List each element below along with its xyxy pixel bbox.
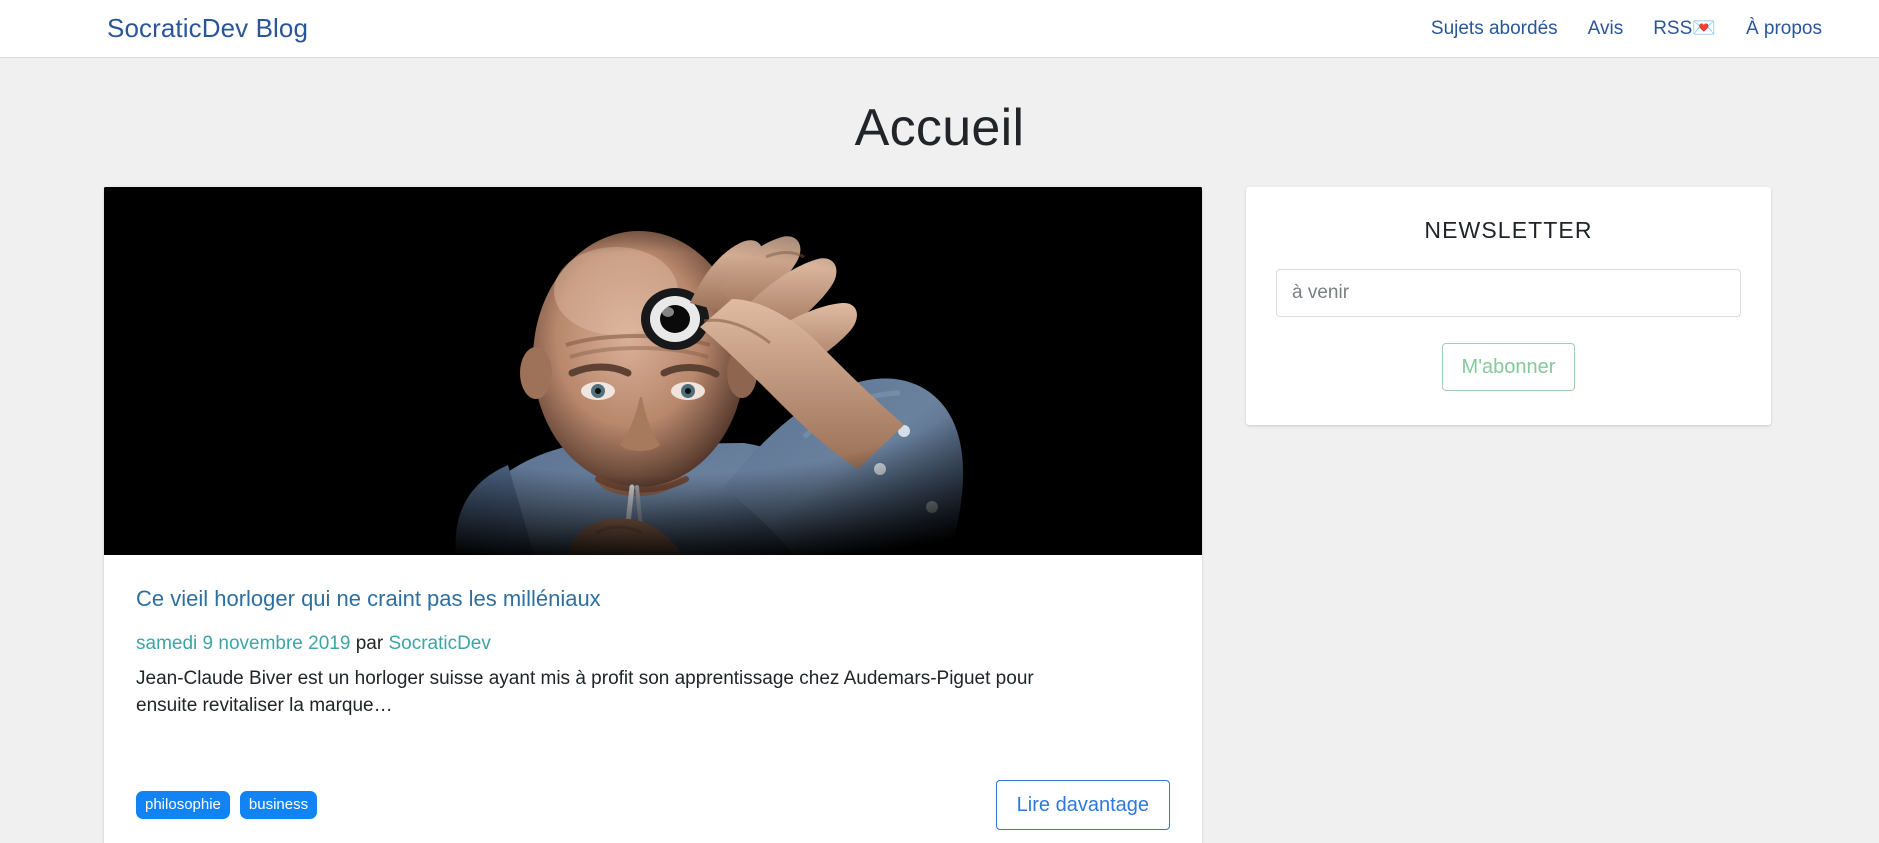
nav-list: Sujets abordés Avis RSS 💌 À propos [1431,19,1822,39]
site-header: SocraticDev Blog Sujets abordés Avis RSS… [0,0,1879,58]
nav-link-topics-label: Sujets abordés [1430,17,1558,39]
nav-link-topics[interactable]: Sujets abordés [1431,19,1558,38]
tag-philosophie[interactable]: philosophie [136,791,230,820]
love-letter-emoji-icon: 💌 [1692,17,1716,39]
main-container: Ce vieil horloger qui ne craint pas les … [0,187,1879,843]
tag-business[interactable]: business [239,791,318,820]
watchmaker-portrait-illustration [104,187,1202,556]
sidebar-column: NEWSLETTER M'abonner [1246,187,1771,426]
primary-navigation: Sujets abordés Avis RSS 💌 À propos [1431,19,1822,39]
nav-link-rss[interactable]: RSS 💌 [1653,19,1716,38]
article-date-link[interactable]: samedi 9 novembre 2019 [136,633,350,654]
article-footer: philosophie business Lire davantage [104,746,1202,831]
newsletter-card: NEWSLETTER M'abonner [1246,187,1771,426]
page-title: Accueil [854,99,1025,157]
article-author-link[interactable]: SocraticDev [388,633,490,654]
article-title-link[interactable]: Ce vieil horloger qui ne craint pas les … [136,585,601,614]
article-by-word: par [355,632,384,654]
newsletter-heading: NEWSLETTER [1424,217,1593,244]
site-brand-link[interactable]: SocraticDev Blog [107,13,308,44]
article-featured-image[interactable] [104,187,1202,556]
nav-link-reviews-label: Avis [1587,17,1624,39]
newsletter-subscribe-button[interactable]: M'abonner [1441,343,1576,392]
nav-item-reviews: Avis [1588,19,1624,39]
newsletter-email-input[interactable] [1276,269,1741,318]
article-meta: samedi 9 novembre 2019 par SocraticDev [136,630,1170,658]
article-body: Ce vieil horloger qui ne craint pas les … [104,555,1202,746]
article-excerpt: Jean-Claude Biver est un horloger suisse… [136,668,1034,717]
article-card: Ce vieil horloger qui ne craint pas les … [104,187,1202,843]
nav-item-about: À propos [1746,19,1822,39]
nav-link-about-label: À propos [1745,17,1822,39]
read-more-button[interactable]: Lire davantage [995,780,1170,831]
content-column: Ce vieil horloger qui ne craint pas les … [104,187,1202,843]
nav-link-reviews[interactable]: Avis [1588,19,1624,38]
nav-item-topics: Sujets abordés [1431,19,1558,39]
tag-list: philosophie business [136,791,318,820]
nav-link-about[interactable]: À propos [1746,19,1822,38]
nav-item-rss: RSS 💌 [1653,19,1716,39]
nav-link-rss-label: RSS [1653,17,1693,39]
